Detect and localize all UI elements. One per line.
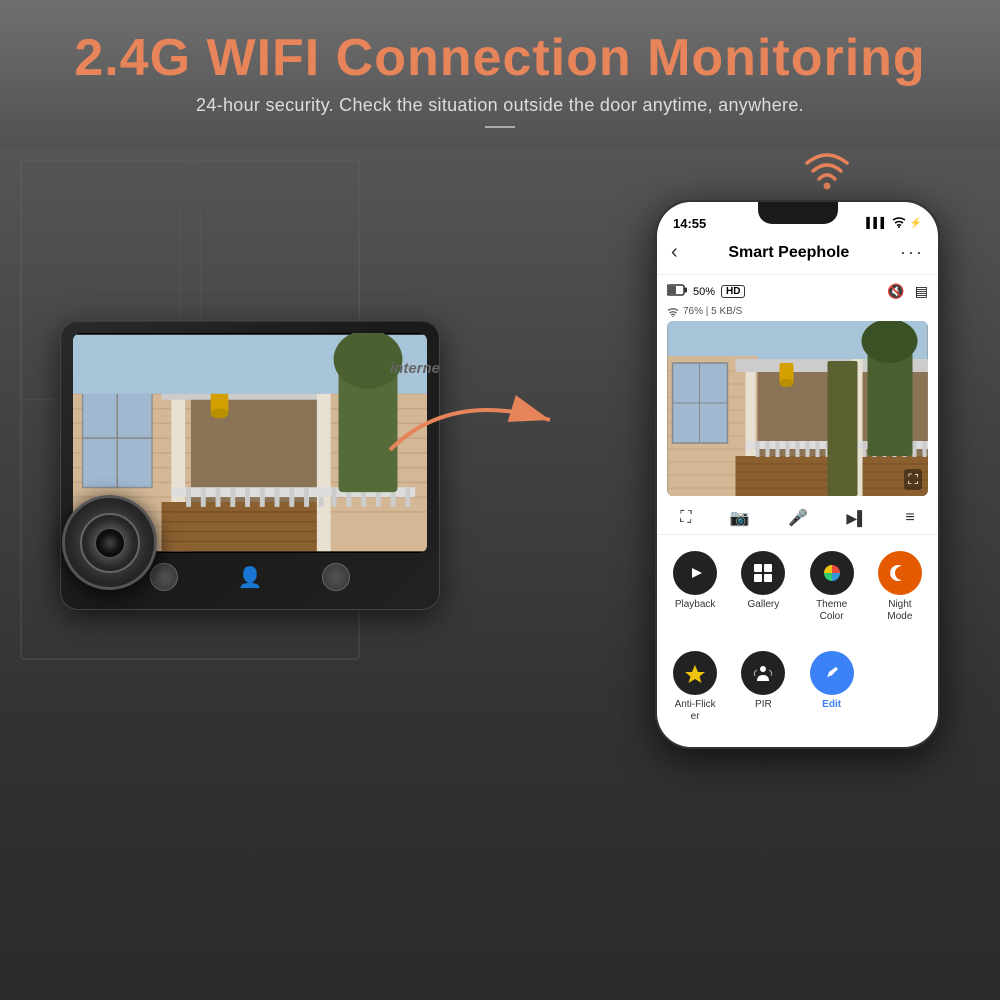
- divider: [485, 126, 515, 128]
- battery-status: ⚡: [910, 218, 922, 229]
- mute-icon[interactable]: 🔇: [887, 283, 904, 300]
- night-mode-label: NightMode: [887, 599, 912, 623]
- feature-night-mode[interactable]: NightMode: [866, 543, 934, 631]
- app-title: Smart Peephole: [728, 244, 849, 262]
- feature-gallery[interactable]: Gallery: [729, 543, 797, 631]
- camera-view-section: 50% HD 🔇 ▤ 76% | 5 KB/S: [657, 275, 938, 500]
- back-button[interactable]: ‹: [671, 241, 678, 264]
- subtitle: 24-hour security. Check the situation ou…: [20, 95, 980, 116]
- wifi-above-phone: [802, 145, 852, 195]
- hd-badge: HD: [721, 285, 745, 298]
- record-btn[interactable]: ▶▌: [846, 510, 867, 527]
- main-title: 2.4G WIFI Connection Monitoring: [20, 30, 980, 87]
- signal-icon: ▌▌▌: [866, 218, 887, 229]
- theme-color-icon: [810, 551, 854, 595]
- phone-frame: 14:55 ▌▌▌ ⚡ ‹ Smart Peephole ···: [655, 200, 940, 749]
- cam-feed-scene: [667, 321, 928, 496]
- arrow-svg: [370, 370, 590, 490]
- camera-controls-bottom: ⛶ 📷 🎤 ▶▌ ≡: [657, 500, 938, 535]
- feature-pir[interactable]: PIR: [729, 643, 797, 731]
- more-menu-button[interactable]: ···: [900, 242, 924, 263]
- mic-btn[interactable]: 🎤: [788, 508, 808, 528]
- feature-empty: [866, 643, 934, 731]
- feature-theme-color[interactable]: ThemeColor: [798, 543, 866, 631]
- wifi-icon-svg: [802, 145, 852, 190]
- edit-icon: [810, 651, 854, 695]
- camera-top-icons: 🔇 ▤: [887, 283, 928, 300]
- theme-color-label: ThemeColor: [816, 599, 847, 623]
- fullscreen-btn[interactable]: ⛶: [680, 509, 691, 527]
- layout-icon[interactable]: ▤: [915, 283, 928, 300]
- wifi-speed: 76% | 5 KB/S: [683, 306, 742, 317]
- camera-top-controls: 50% HD 🔇 ▤: [667, 283, 928, 300]
- screenshot-btn[interactable]: 📷: [730, 508, 750, 528]
- battery-icon: [667, 284, 687, 299]
- wifi-status-icon: [892, 216, 906, 231]
- features-grid-row1: Playback Gallery ThemeColor: [657, 535, 938, 639]
- phone-container: 14:55 ▌▌▌ ⚡ ‹ Smart Peephole ···: [655, 200, 940, 749]
- night-mode-icon: [878, 551, 922, 595]
- camera-lens-outer: [62, 495, 157, 590]
- feature-playback[interactable]: Playback: [661, 543, 729, 631]
- battery-hd-display: 50% HD: [667, 284, 745, 299]
- playback-label: Playback: [675, 599, 716, 611]
- feature-edit[interactable]: Edit: [798, 643, 866, 731]
- header: 2.4G WIFI Connection Monitoring 24-hour …: [0, 0, 1000, 148]
- anti-flicker-icon: [673, 651, 717, 695]
- gallery-icon: [741, 551, 785, 595]
- status-time: 14:55: [673, 216, 706, 231]
- person-icon: 👤: [238, 565, 263, 590]
- feature-anti-flicker[interactable]: Anti-Flicker: [661, 643, 729, 731]
- pir-label: PIR: [755, 699, 772, 711]
- arrow-container: interne: [370, 370, 590, 490]
- menu-btn[interactable]: ≡: [905, 509, 914, 527]
- playback-icon: [673, 551, 717, 595]
- device-button-right[interactable]: [322, 563, 350, 591]
- app-bar: ‹ Smart Peephole ···: [657, 235, 938, 275]
- gallery-label: Gallery: [748, 599, 780, 611]
- edit-label: Edit: [822, 699, 841, 711]
- internet-label: interne: [390, 360, 440, 377]
- status-icons: ▌▌▌ ⚡: [866, 216, 922, 231]
- expand-icon[interactable]: ⛶: [904, 469, 922, 490]
- phone-notch: [758, 202, 838, 224]
- camera-feed: ⛶: [667, 321, 928, 496]
- features-grid-row2: Anti-Flicker PIR Edit: [657, 639, 938, 747]
- pir-icon: [741, 651, 785, 695]
- wifi-speed-indicator: 76% | 5 KB/S: [667, 306, 928, 317]
- battery-percent: 50%: [693, 286, 715, 298]
- anti-flicker-label: Anti-Flicker: [675, 699, 716, 723]
